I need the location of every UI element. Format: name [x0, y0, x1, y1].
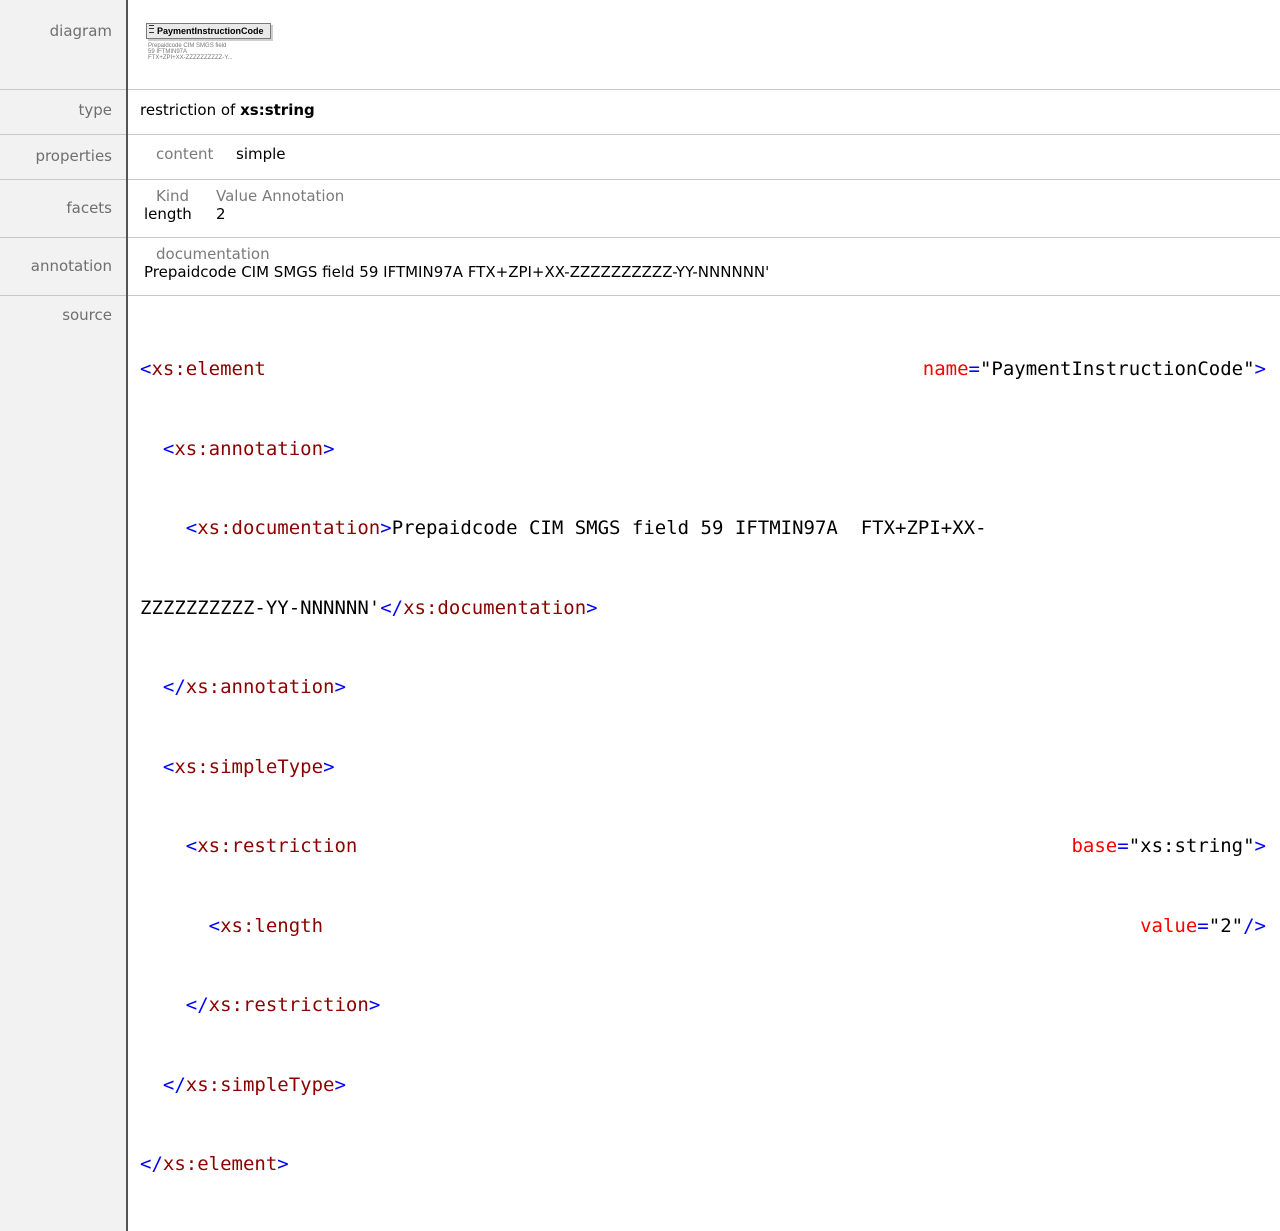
source-label: source	[0, 295, 128, 1231]
facet-value: 2	[216, 205, 226, 223]
annotation-row: annotation documentation Prepaidcode CIM…	[0, 237, 1280, 296]
code-line: < xs:simpleType >	[140, 754, 1266, 781]
documentation-text: Prepaidcode CIM SMGS field 59 IFTMIN97A …	[144, 263, 770, 281]
code-line: < xs:annotation >	[140, 436, 1266, 463]
type-base-link[interactable]: xs:string	[240, 101, 315, 119]
code-tag: xs:annotation	[185, 676, 335, 698]
type-prefix: restriction of	[140, 101, 236, 119]
annotation-cell: documentation Prepaidcode CIM SMGS field…	[127, 237, 1280, 296]
code-tag: xs:restriction	[197, 835, 358, 857]
type-cell: restriction of xs:string	[127, 89, 1280, 135]
code-tag: xs:documentation	[403, 596, 587, 619]
properties-cell: content simple	[127, 134, 1280, 180]
source-cell: < xs:element name = " PaymentInstructionCode "…	[127, 296, 1280, 1231]
element-doc-preview: Prepaidcode CIM SMGS field 59 IFTMIN97A …	[148, 43, 1280, 61]
facet-header-value: Value	[216, 187, 258, 205]
code-line: </xs:element >	[140, 1151, 1266, 1178]
facets-label: facets	[0, 179, 128, 238]
code-line: < xs:element name = " PaymentInstructionCode "…	[140, 356, 1266, 383]
code-line: ZZZZZZZZZZ-YY-NNNNNN' </xs:documentation >	[140, 595, 1266, 622]
property-key: content	[156, 145, 214, 163]
code-tag: xs:annotation	[174, 437, 324, 460]
properties-label: properties	[0, 134, 128, 180]
facet-header-annotation: Annotation	[262, 187, 345, 205]
code-attr-name: value	[1140, 914, 1198, 937]
code-tag: xs:restriction	[208, 994, 369, 1016]
code-attr-name: name	[922, 358, 969, 380]
documentation-header: documentation	[156, 245, 270, 263]
code-tag: xs:element	[162, 1153, 278, 1175]
facet-header-kind: Kind	[156, 187, 190, 205]
type-row: type restriction of xs:string	[0, 89, 1280, 135]
properties-row: properties content simple	[0, 134, 1280, 180]
diagram-label: diagram	[0, 0, 128, 90]
code-line: < xs:restriction base = " xs:string " >	[140, 833, 1266, 860]
annotation-label: annotation	[0, 237, 128, 296]
code-text: ZZZZZZZZZZ-YY-NNNNNN'	[140, 596, 381, 619]
code-attr-value: PaymentInstructionCode	[991, 358, 1244, 380]
code-line: < xs:documentation > Prepaidcode CIM SMGS f…	[140, 515, 1266, 542]
code-line: </xs:annotation >	[140, 674, 1266, 701]
code-attr-name: base	[1071, 835, 1118, 857]
doc-preview-line: FTX+ZPI+XX-ZZZZZZZZZZ-Y...	[148, 55, 233, 61]
diagram-row: diagram PaymentInstructionCode Prepaidco…	[0, 0, 1280, 90]
property-value: simple	[236, 145, 286, 163]
element-box-name: PaymentInstructionCode	[157, 26, 264, 36]
code-tag: xs:simpleType	[174, 755, 324, 778]
code-tag: xs:length	[220, 914, 324, 937]
element-box[interactable]: PaymentInstructionCode	[146, 23, 271, 39]
schema-doc-table: diagram PaymentInstructionCode Prepaidco…	[0, 0, 1280, 1231]
facets-row: facets Kind Value Annotation length 2	[0, 179, 1280, 238]
diagram-cell: PaymentInstructionCode Prepaidcode CIM S…	[127, 0, 1280, 90]
source-row: source < xs:element name = " PaymentInstructi…	[0, 295, 1280, 1231]
code-attr-value: xs:string	[1140, 835, 1244, 857]
code-attr-value: 2	[1220, 914, 1232, 937]
code-tag: xs:simpleType	[185, 1073, 335, 1096]
element-diagram: PaymentInstructionCode Prepaidcode CIM S…	[140, 0, 1280, 61]
facet-kind: length	[144, 205, 192, 223]
type-label: type	[0, 89, 128, 135]
code-tag: xs:documentation	[197, 517, 381, 539]
facet-annotation	[262, 205, 1280, 223]
code-text: Prepaidcode CIM SMGS field 59 IFTMIN97A …	[391, 517, 987, 539]
facets-cell: Kind Value Annotation length 2	[127, 179, 1280, 238]
code-tag: xs:element	[151, 358, 266, 380]
code-line: </xs:restriction >	[140, 992, 1266, 1019]
element-icon	[149, 25, 154, 33]
code-line: < xs:length value = " 2 "/>	[140, 913, 1266, 940]
code-line: </xs:simpleType >	[140, 1072, 1266, 1099]
source-code: < xs:element name = " PaymentInstructionCode "…	[138, 296, 1266, 1231]
